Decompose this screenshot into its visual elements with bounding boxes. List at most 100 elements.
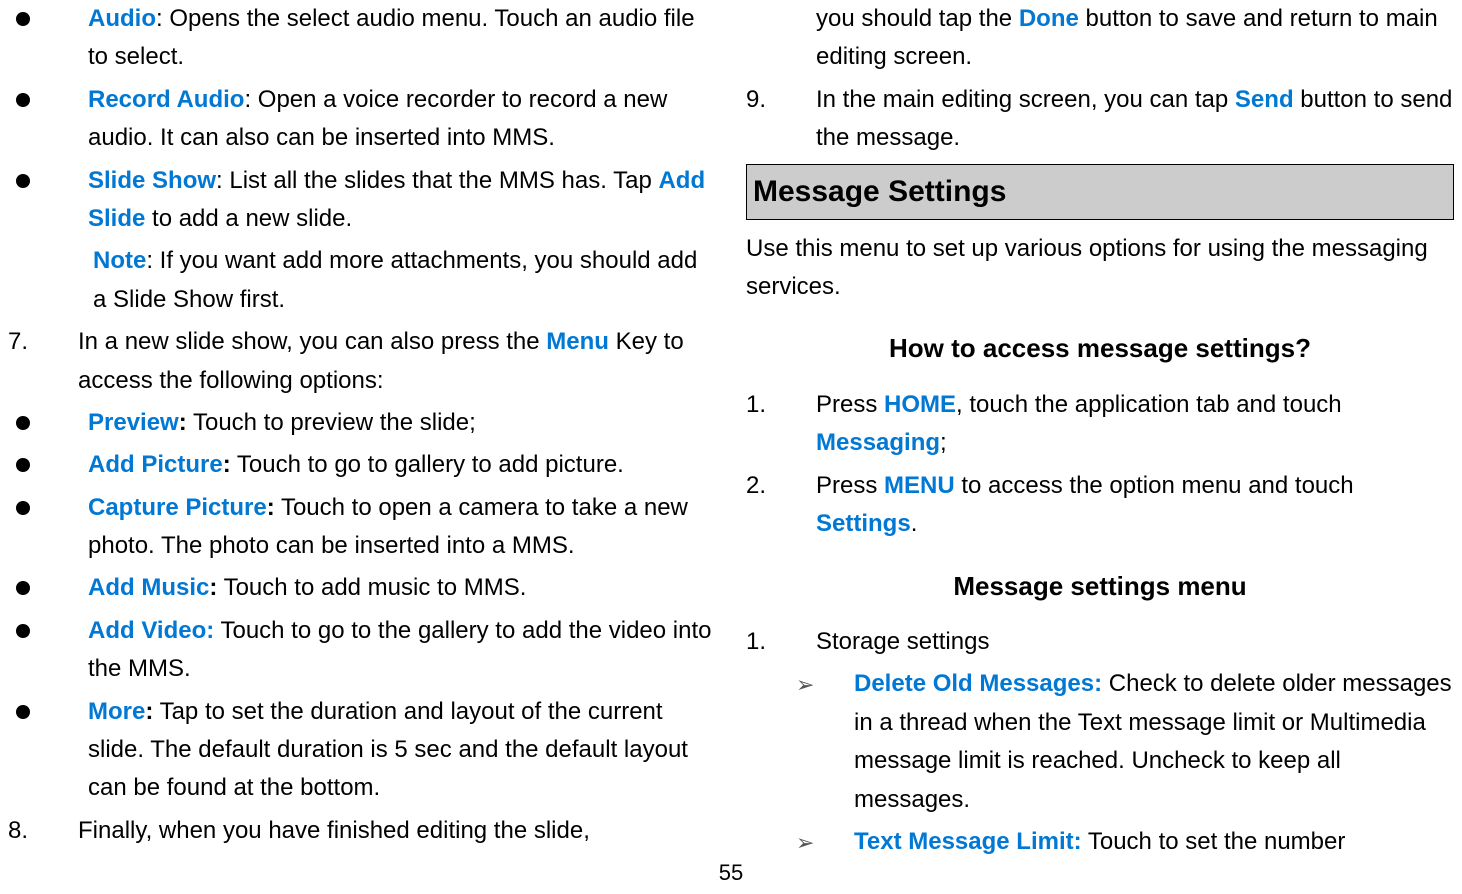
more-text: Tap to set the duration and layout of th… (88, 698, 688, 802)
s1n1-t2: , touch the application tab and touch (956, 391, 1342, 418)
disc-icon (8, 612, 88, 689)
capture-label: Capture Picture (88, 494, 267, 521)
delete-old-text: Delete Old Messages: Check to delete old… (854, 665, 1454, 819)
slide-text2: to add a new slide. (145, 205, 352, 232)
bullet-preview: Preview: Touch to preview the slide; (8, 404, 716, 442)
text-limit-text: Text Message Limit: Touch to set the num… (854, 823, 1454, 862)
preview-text: Touch to preview the slide; (187, 409, 476, 436)
note-label: Note (93, 247, 146, 274)
record-label: Record Audio (88, 86, 244, 113)
disc-icon (8, 404, 88, 442)
disc-icon (8, 446, 88, 484)
done-label: Done (1019, 5, 1079, 32)
menu-label: Menu (546, 328, 609, 355)
audio-label: Audio (88, 5, 156, 32)
access-step-1: 1. Press HOME, touch the application tab… (746, 386, 1454, 463)
n7-text1: In a new slide show, you can also press … (78, 328, 546, 355)
arrow-text-limit: ➢ Text Message Limit: Touch to set the n… (766, 823, 1454, 862)
video-label: Add Video: (88, 617, 214, 644)
subheader-how-to-access: How to access message settings? (746, 328, 1454, 370)
colon: : (179, 409, 187, 436)
arrow-icon: ➢ (766, 823, 854, 862)
bullet-more: More: Tap to set the duration and layout… (8, 693, 716, 808)
bullet-music-text: Add Music: Touch to add music to MMS. (88, 569, 716, 607)
bullet-more-text: More: Tap to set the duration and layout… (88, 693, 716, 808)
s1n1-t3: ; (940, 429, 947, 456)
slide-label: Slide Show (88, 167, 216, 194)
step-7: 7. In a new slide show, you can also pre… (8, 323, 716, 400)
arrow-delete-old: ➢ Delete Old Messages: Check to delete o… (766, 665, 1454, 819)
access-step-1-text: Press HOME, touch the application tab an… (816, 386, 1454, 463)
bullet-preview-text: Preview: Touch to preview the slide; (88, 404, 716, 442)
note-text: : If you want add more attachments, you … (93, 247, 697, 312)
step-7-text: In a new slide show, you can also press … (78, 323, 716, 400)
music-text: Touch to add music to MMS. (217, 574, 526, 601)
disc-icon (8, 569, 88, 607)
bullet-capture-picture: Capture Picture: Touch to open a camera … (8, 489, 716, 566)
num-9: 9. (746, 81, 816, 158)
bullet-audio: Audio: Opens the select audio menu. Touc… (8, 0, 716, 77)
right-column: you should tap the Done button to save a… (746, 0, 1454, 866)
page-number: 55 (719, 855, 743, 890)
menu-item-1: 1. Storage settings (746, 623, 1454, 661)
music-label: Add Music (88, 574, 209, 601)
bullet-audio-text: Audio: Opens the select audio menu. Touc… (88, 0, 716, 77)
page-container: Audio: Opens the select audio menu. Touc… (0, 0, 1462, 866)
disc-icon (8, 693, 88, 808)
note-block: Note: If you want add more attachments, … (8, 242, 716, 319)
s1n2-t2: to access the option menu and touch (955, 472, 1354, 499)
cont8-t1: you should tap the (816, 5, 1019, 32)
bullet-record-audio: Record Audio: Open a voice recorder to r… (8, 81, 716, 158)
step-9: 9. In the main editing screen, you can t… (746, 81, 1454, 158)
access-step-2-text: Press MENU to access the option menu and… (816, 467, 1454, 544)
addpic-text: Touch to go to gallery to add picture. (231, 451, 624, 478)
colon: : (267, 494, 275, 521)
num-7: 7. (8, 323, 78, 400)
delete-old-label: Delete Old Messages: (854, 670, 1102, 697)
subheader-settings-menu: Message settings menu (746, 566, 1454, 608)
bullet-record-text: Record Audio: Open a voice recorder to r… (88, 81, 716, 158)
bullet-add-video: Add Video: Touch to go to the gallery to… (8, 612, 716, 689)
section-header-message-settings: Message Settings (746, 164, 1454, 220)
more-label: More (88, 698, 145, 725)
send-label: Send (1235, 86, 1294, 113)
left-column: Audio: Opens the select audio menu. Touc… (8, 0, 716, 866)
menu2-label: MENU (884, 472, 955, 499)
access-step-2: 2. Press MENU to access the option menu … (746, 467, 1454, 544)
bullet-add-music: Add Music: Touch to add music to MMS. (8, 569, 716, 607)
step-8-cont-text: you should tap the Done button to save a… (816, 0, 1454, 77)
step-9-text: In the main editing screen, you can tap … (816, 81, 1454, 158)
audio-text: : Opens the select audio menu. Touch an … (88, 5, 695, 70)
a2-text: Touch to set the number (1082, 828, 1346, 855)
num-1a: 1. (746, 386, 816, 463)
bullet-capture-text: Capture Picture: Touch to open a camera … (88, 489, 716, 566)
bullet-video-text: Add Video: Touch to go to the gallery to… (88, 612, 716, 689)
preview-label: Preview (88, 409, 179, 436)
s1n2-t3: . (911, 510, 918, 537)
bullet-slide-text: Slide Show: List all the slides that the… (88, 162, 716, 239)
text-limit-label: Text Message Limit: (854, 828, 1082, 855)
messaging-label: Messaging (816, 429, 940, 456)
disc-icon (8, 162, 88, 239)
disc-icon (8, 0, 88, 77)
arrow-icon: ➢ (766, 665, 854, 819)
bullet-slide-show: Slide Show: List all the slides that the… (8, 162, 716, 239)
slide-text1: : List all the slides that the MMS has. … (216, 167, 658, 194)
s1n1-t1: Press (816, 391, 884, 418)
s1n2-t1: Press (816, 472, 884, 499)
num-1b: 1. (746, 623, 816, 661)
step-8-cont: you should tap the Done button to save a… (746, 0, 1454, 77)
bullet-add-picture: Add Picture: Touch to go to gallery to a… (8, 446, 716, 484)
storage-settings-text: Storage settings (816, 623, 1454, 661)
step-8-text: Finally, when you have finished editing … (78, 812, 716, 850)
disc-icon (8, 81, 88, 158)
num-8: 8. (8, 812, 78, 850)
intro-text: Use this menu to set up various options … (746, 230, 1454, 307)
disc-icon (8, 489, 88, 566)
num-2a: 2. (746, 467, 816, 544)
settings-label: Settings (816, 510, 911, 537)
n9-t1: In the main editing screen, you can tap (816, 86, 1235, 113)
step-8: 8. Finally, when you have finished editi… (8, 812, 716, 850)
home-label: HOME (884, 391, 956, 418)
bullet-addpic-text: Add Picture: Touch to go to gallery to a… (88, 446, 716, 484)
